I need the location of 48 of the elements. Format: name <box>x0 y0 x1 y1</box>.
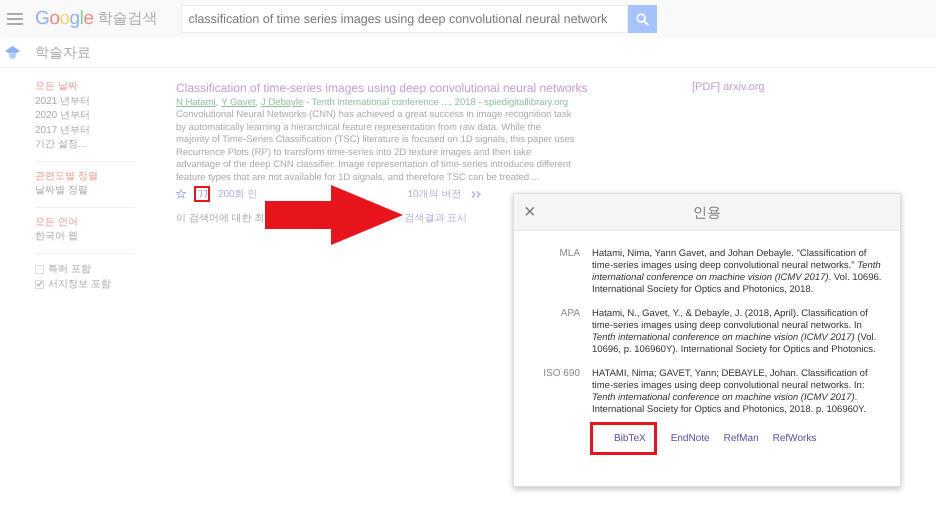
google-logo[interactable]: Google <box>35 4 94 34</box>
checkbox[interactable] <box>35 280 44 288</box>
quote-icon[interactable] <box>198 190 206 198</box>
filter-option[interactable]: 모든 언어 <box>35 216 135 230</box>
checkbox-label: 특허 포함 <box>48 262 91 276</box>
product-name: 학술검색 <box>97 8 158 29</box>
checkbox-label: 서지정보 포함 <box>48 278 111 292</box>
result-abstract: Convolutional Neural Networks (CNN) has achieved a great success in image recognition task by automatically learning a hierarchical feature representation from raw data. While the majority of Time-Series Classification (TSC) literature is focused on 1D signals, this paper uses Recurrence Plots (RP) to transform time-series into 2D texture images and then take advantage of the deep CNN classifier. Image representation of time-series introduces different feature types that are not available for 1D signals, and therefore TSC can be treated ... <box>176 109 576 184</box>
filter-option[interactable]: 날짜별 정렬 <box>35 184 135 198</box>
filter-option[interactable]: 기간 설정... <box>35 138 135 152</box>
filter-option[interactable]: 관련도별 정렬 <box>35 170 135 184</box>
publication-source: - Tenth international conference ..., 2018 - spiedigitallibrary.org <box>304 96 568 109</box>
citation-text: Hatami, Nima, Yann Gavet, and Johan Debayle. "Classification of time-series images using deep convolutional neural networks." Tenth international conference on machine vision (ICMV 2017). Vol. 10696. International Society for Optics and Photonics, 2018. <box>592 248 882 296</box>
author-link[interactable]: N Hatami <box>176 96 216 109</box>
author-link[interactable]: J Debayle <box>261 96 304 109</box>
double-chevron-icon[interactable] <box>471 190 482 198</box>
filter-option[interactable]: 모든 날짜 <box>35 80 135 94</box>
star-icon[interactable] <box>176 189 186 199</box>
citation-text: HATAMI, Nima; GAVET, Yann; DEBAYLE, Johan. Classification of time-series images using deep convolutional neural networks. In: Tenth international conference on machine vision (ICMV 2017). International Society for Optics and Photonics, 2018. p. 106960Y. <box>592 368 869 416</box>
menu-icon[interactable] <box>7 13 23 25</box>
search-icon <box>636 12 650 26</box>
dialog-title: 인용 <box>693 202 721 222</box>
cited-by-link[interactable]: 200회 인 <box>218 186 258 202</box>
pdf-link[interactable]: [PDF] arxiv.org <box>692 80 765 95</box>
export-link[interactable]: RefWorks <box>772 422 816 455</box>
notice-link[interactable]: 검색결과 표시 <box>404 211 468 226</box>
graduation-cap-icon <box>5 46 20 60</box>
search-field[interactable]: classification of time series images using deep convolutional neural network <box>181 5 628 33</box>
citation-style: MLA <box>558 248 580 261</box>
export-link[interactable]: BibTeX <box>590 422 657 455</box>
author-separator: , <box>216 96 218 109</box>
author-link[interactable]: Y Gavet <box>221 96 256 109</box>
author-separator: , <box>255 96 258 109</box>
export-link[interactable]: RefMan <box>724 422 759 455</box>
result-title-link[interactable]: Classification of time-series images using deep convolutional neural networks <box>176 80 588 96</box>
filter-option[interactable]: 2017 년부터 <box>35 124 135 138</box>
export-link[interactable]: EndNote <box>670 422 710 455</box>
filter-option[interactable]: 2021 년부터 <box>35 94 135 109</box>
versions-link[interactable]: 10개의 버전 <box>407 186 462 202</box>
citation-style: APA <box>560 308 580 321</box>
search-button[interactable] <box>628 5 658 33</box>
filter-option[interactable]: 2020 년부터 <box>35 109 135 124</box>
citation-text: Hatami, N., Gavet, Y., & Debayle, J. (2018, April). Classification of time-series images using deep convolutional neural networks. In Tenth international conference on machine vision (ICMV 2017) (Vol. 10696, p. 106960Y). International Society for Optics and Photonics. <box>592 308 878 356</box>
close-button[interactable]: × <box>522 202 538 222</box>
citation-style: ISO 690 <box>542 368 580 381</box>
notice-text: 이 검색어에 대한 최 <box>176 212 264 226</box>
section-title: 학술자료 <box>35 43 91 62</box>
filter-option[interactable]: 한국어 웹 <box>35 230 135 244</box>
